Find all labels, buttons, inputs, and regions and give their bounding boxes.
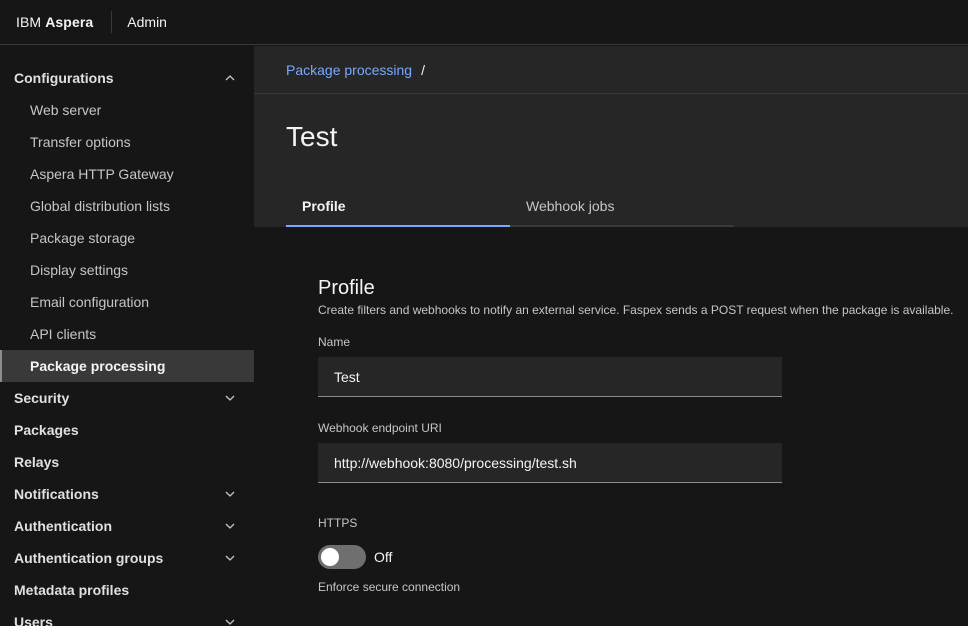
tab-profile[interactable]: Profile [286,187,510,227]
sidebar-group-label: Authentication [14,518,112,534]
brand-name: Aspera [45,14,94,30]
sidebar-group-label: Configurations [14,70,114,86]
top-header: IBM Aspera Admin [0,0,968,45]
https-toggle[interactable] [318,545,366,569]
webhook-uri-input[interactable] [318,443,782,483]
sidebar-group-security[interactable]: Security [0,382,254,414]
sidebar-item-display-settings[interactable]: Display settings [0,254,254,286]
sidebar-item-email-configuration[interactable]: Email configuration [0,286,254,318]
chevron-down-icon [224,616,236,626]
chevron-up-icon [224,72,236,84]
name-label: Name [318,335,351,349]
tab-webhook-jobs[interactable]: Webhook jobs [510,187,734,227]
breadcrumb: Package processing / [254,46,968,94]
profile-form: Profile Create filters and webhooks to n… [254,227,968,594]
sidebar-item-web-server[interactable]: Web server [0,94,254,126]
sidebar-item-distribution-lists[interactable]: Global distribution lists [0,190,254,222]
sidebar-item-api-clients[interactable]: API clients [0,318,254,350]
sidebar-group-configurations[interactable]: Configurations [0,62,254,94]
page-header: Test Profile Webhook jobs [254,94,968,227]
sidebar: Configurations Web server Transfer optio… [0,46,254,626]
https-label: HTTPS [318,516,358,530]
sidebar-group-notifications[interactable]: Notifications [0,478,254,510]
https-toggle-state: Off [374,549,393,565]
sidebar-item-relays[interactable]: Relays [0,446,254,478]
sidebar-item-package-processing[interactable]: Package processing [0,350,254,382]
sidebar-item-transfer-options[interactable]: Transfer options [0,126,254,158]
sidebar-group-label: Security [14,390,70,406]
sidebar-group-users[interactable]: Users [0,606,254,626]
toggle-knob [321,548,339,566]
sidebar-group-label: Authentication groups [14,550,164,566]
sidebar-group-label: Relays [14,454,60,470]
sidebar-item-metadata-profiles[interactable]: Metadata profiles [0,574,254,606]
webhook-uri-label: Webhook endpoint URI [318,421,442,435]
name-input[interactable] [318,357,782,397]
page-title: Test [286,121,338,152]
https-helper-text: Enforce secure connection [318,580,461,594]
header-section-title: Admin [127,14,167,30]
sidebar-group-label: Users [14,614,53,626]
main-content: Package processing / Test Profile Webhoo… [254,46,968,626]
product-brand[interactable]: IBM Aspera [0,14,93,30]
sidebar-group-label: Metadata profiles [14,582,130,598]
breadcrumb-link-package-processing[interactable]: Package processing [286,62,412,78]
sidebar-group-label: Packages [14,422,79,438]
sidebar-group-authentication[interactable]: Authentication [0,510,254,542]
sidebar-item-http-gateway[interactable]: Aspera HTTP Gateway [0,158,254,190]
sidebar-group-authentication-groups[interactable]: Authentication groups [0,542,254,574]
breadcrumb-separator: / [421,61,425,78]
section-description: Create filters and webhooks to notify an… [318,303,954,317]
chevron-down-icon [224,488,236,500]
tab-list: Profile Webhook jobs [286,187,734,227]
sidebar-item-packages[interactable]: Packages [0,414,254,446]
brand-prefix: IBM [16,14,42,30]
chevron-down-icon [224,520,236,532]
chevron-down-icon [224,552,236,564]
sidebar-item-package-storage[interactable]: Package storage [0,222,254,254]
chevron-down-icon [224,392,236,404]
sidebar-group-label: Notifications [14,486,99,502]
https-toggle-row: Off [318,545,968,569]
section-title: Profile [318,277,375,299]
